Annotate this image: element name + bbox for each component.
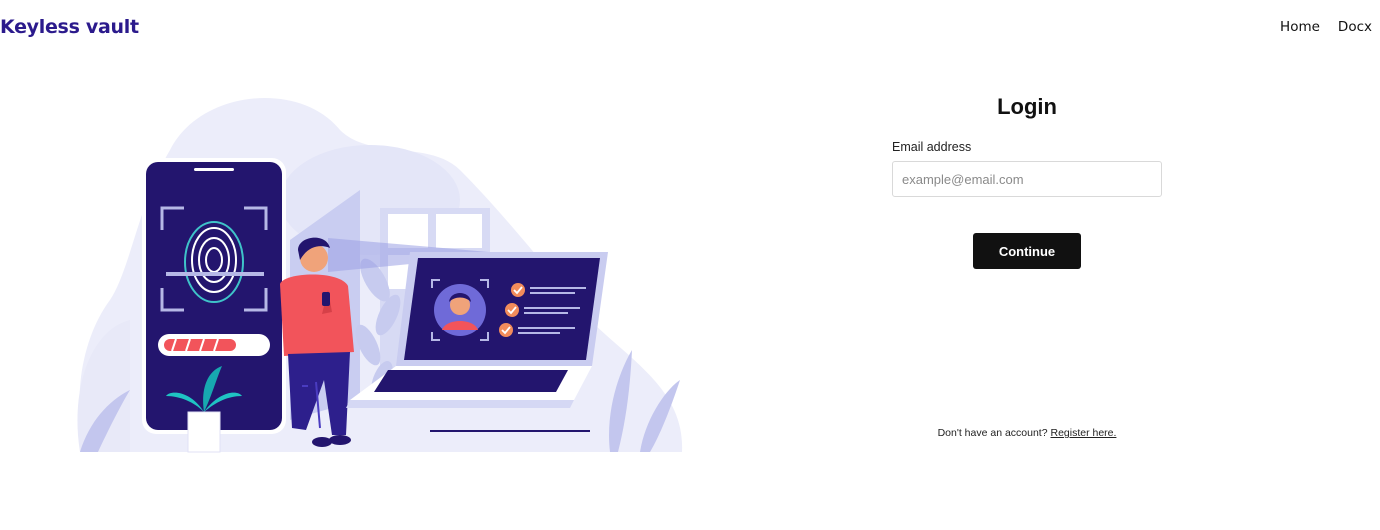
progress-bar	[158, 334, 270, 356]
register-prompt-text: Don't have an account?	[937, 427, 1048, 439]
continue-button-wrap: Continue	[892, 233, 1162, 269]
continue-button[interactable]: Continue	[973, 233, 1081, 269]
register-link[interactable]: Register here.	[1050, 427, 1116, 439]
top-nav: Home Docx	[1280, 19, 1372, 35]
biometric-login-illustration	[77, 97, 683, 453]
phone-device	[142, 158, 286, 434]
page-title: Login	[997, 94, 1057, 119]
brand-logo[interactable]: Keyless vault	[0, 16, 139, 38]
email-label: Email address	[892, 140, 972, 154]
login-form: Login Email address Continue	[892, 90, 1162, 269]
nav-home-link[interactable]: Home	[1280, 19, 1320, 35]
email-field[interactable]	[892, 161, 1162, 197]
nav-docx-link[interactable]: Docx	[1338, 19, 1372, 35]
register-prompt: Don't have an account? Register here.	[892, 427, 1162, 439]
